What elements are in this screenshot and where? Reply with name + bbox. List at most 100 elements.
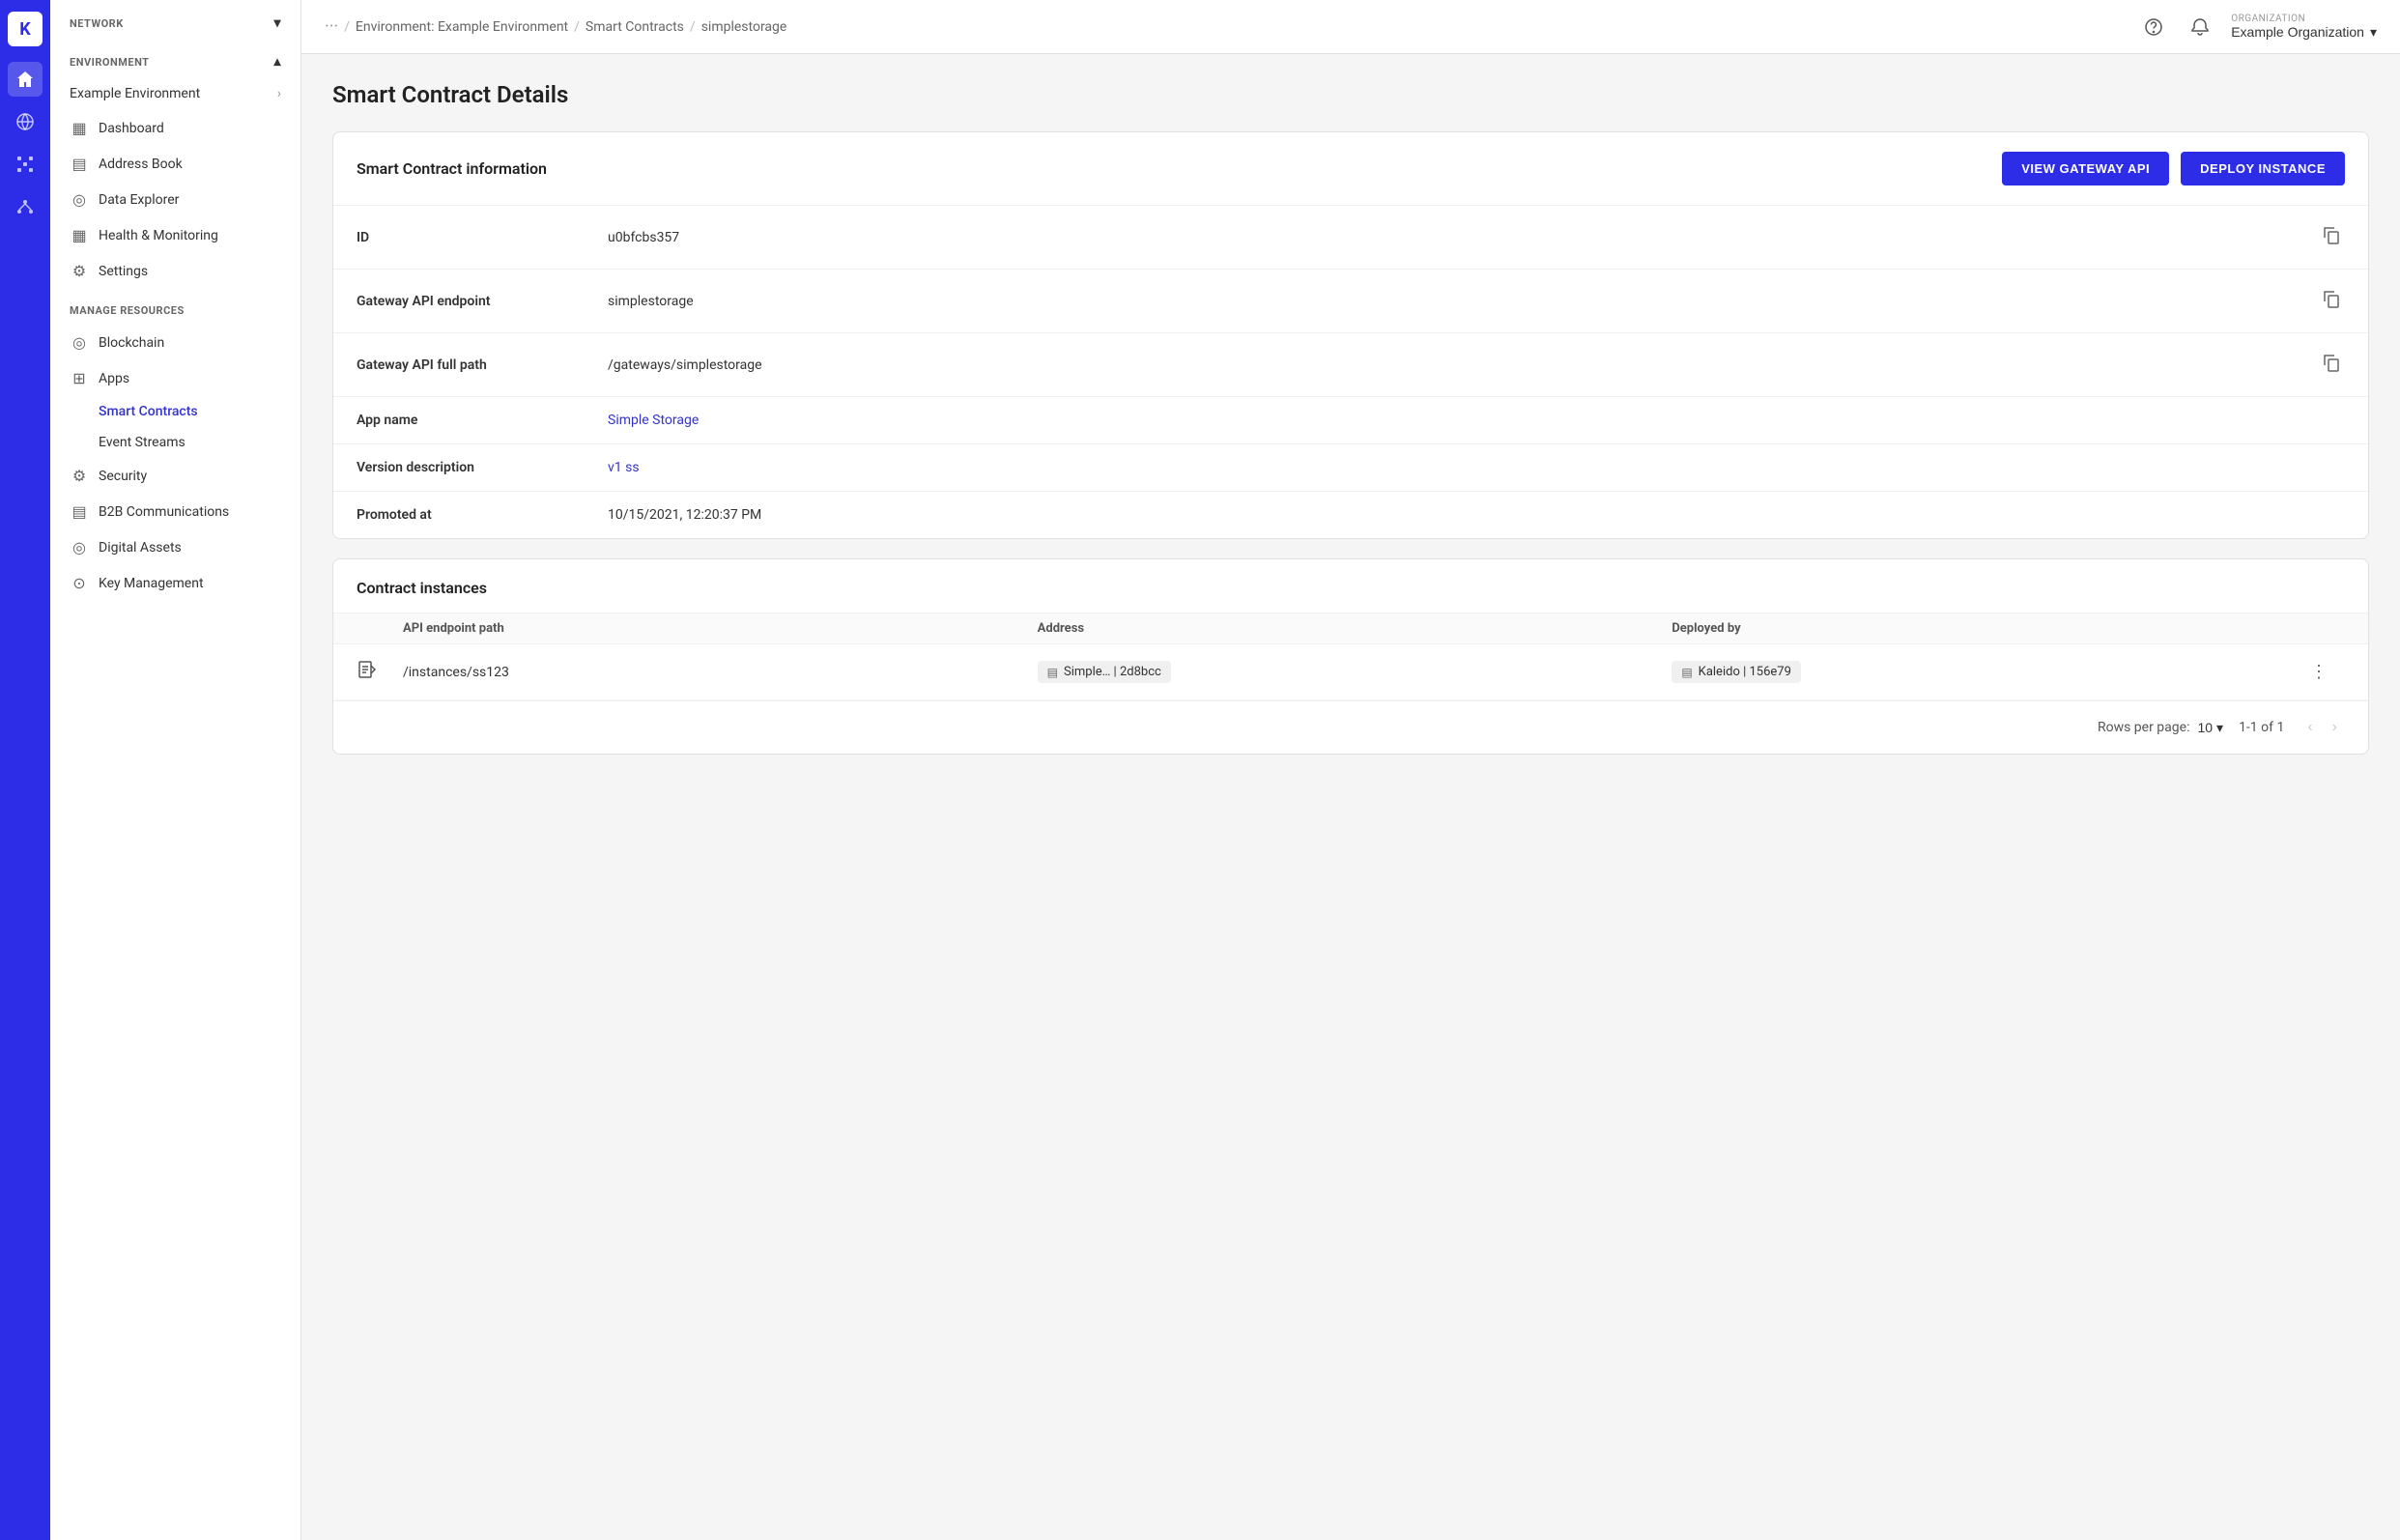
- address-book-icon: ▤: [70, 155, 89, 173]
- table-row: /instances/ss123 ▤ Simple… | 2d8bcc ▤ Ka…: [333, 644, 2368, 700]
- header-actions: ORGANIZATION Example Organization ▾: [2138, 12, 2377, 43]
- svg-text:K: K: [19, 19, 31, 40]
- gateway-endpoint-value: simplestorage: [608, 294, 2318, 309]
- network-chevron[interactable]: ▾: [273, 15, 281, 31]
- row-address: ▤ Simple… | 2d8bcc: [1038, 661, 1672, 683]
- org-select-button[interactable]: Example Organization ▾: [2231, 24, 2377, 41]
- breadcrumb-sep-3: /: [690, 19, 696, 35]
- environment-section-header: ENVIRONMENT ▴: [50, 39, 300, 77]
- card-header-actions: VIEW GATEWAY API DEPLOY INSTANCE: [2002, 152, 2345, 185]
- sidebar-item-label: Settings: [99, 264, 148, 279]
- pagination: Rows per page: 10 ▾ 1-1 of 1 ‹ ›: [333, 700, 2368, 754]
- table-header: API endpoint path Address Deployed by: [333, 613, 2368, 644]
- sidebar-item-apps[interactable]: ⊞ Apps: [50, 360, 300, 396]
- sidebar-item-digital-assets[interactable]: ◎ Digital Assets: [50, 529, 300, 565]
- col-header-icon: [357, 621, 403, 636]
- sidebar-item-label: Apps: [99, 371, 129, 386]
- address-badge-icon: ▤: [1047, 666, 1058, 679]
- sidebar-item-label: Digital Assets: [99, 540, 182, 556]
- manage-resources-label: MANAGE RESOURCES: [70, 304, 185, 317]
- b2b-icon: ▤: [70, 502, 89, 521]
- sidebar-item-address-book[interactable]: ▤ Address Book: [50, 146, 300, 182]
- deployed-badge-text: Kaleido | 156e79: [1699, 665, 1791, 679]
- col-header-deployed-by: Deployed by: [1671, 621, 2306, 636]
- id-value: u0bfcbs357: [608, 230, 2318, 245]
- sidebar-environment-name[interactable]: Example Environment ›: [50, 77, 300, 110]
- sidebar-item-label: Key Management: [99, 576, 204, 591]
- org-chevron: ▾: [2370, 24, 2377, 41]
- network-section-header: NETWORK ▾: [50, 0, 300, 39]
- breadcrumb-dots[interactable]: ···: [325, 16, 338, 37]
- app-name-label: App name: [357, 413, 608, 428]
- logo[interactable]: K: [8, 12, 43, 46]
- version-desc-label: Version description: [357, 460, 608, 475]
- main-area: ··· / Environment: Example Environment /…: [301, 0, 2400, 1540]
- network-label: NETWORK: [70, 17, 124, 30]
- rows-per-page-label: Rows per page:: [2098, 720, 2189, 735]
- nav-globe[interactable]: [8, 104, 43, 139]
- deploy-instance-button[interactable]: DEPLOY INSTANCE: [2181, 152, 2345, 185]
- rows-chevron: ▾: [2216, 720, 2223, 736]
- row-more-button[interactable]: ⋮: [2306, 658, 2331, 686]
- breadcrumb-simplestorage[interactable]: simplestorage: [701, 19, 787, 35]
- sidebar-item-event-streams[interactable]: Event Streams: [50, 427, 300, 458]
- digital-assets-icon: ◎: [70, 538, 89, 556]
- copy-id-button[interactable]: [2318, 221, 2345, 253]
- env-right-chevron: ›: [277, 86, 281, 101]
- copy-gateway-fullpath-button[interactable]: [2318, 349, 2345, 381]
- sidebar-item-security[interactable]: ⚙ Security: [50, 458, 300, 494]
- manage-resources-section-header: MANAGE RESOURCES: [50, 289, 300, 325]
- sidebar-item-label: Address Book: [99, 157, 183, 172]
- sidebar-item-health-monitoring[interactable]: ▦ Health & Monitoring: [50, 217, 300, 253]
- environment-label: ENVIRONMENT: [70, 56, 149, 69]
- security-icon: ⚙: [70, 467, 89, 485]
- help-button[interactable]: [2138, 12, 2169, 43]
- version-desc-value[interactable]: v1 ss: [608, 460, 2345, 475]
- sidebar-item-label: Event Streams: [99, 435, 186, 450]
- copy-gateway-endpoint-button[interactable]: [2318, 285, 2345, 317]
- sidebar-item-smart-contracts[interactable]: Smart Contracts: [50, 396, 300, 427]
- prev-page-button[interactable]: ‹: [2300, 715, 2320, 740]
- icon-bar: K: [0, 0, 50, 1540]
- col-header-actions: [2306, 621, 2345, 636]
- row-deployed-by: ▤ Kaleido | 156e79: [1671, 661, 2306, 683]
- breadcrumb-sep-2: /: [574, 19, 580, 35]
- sidebar-item-blockchain[interactable]: ◎ Blockchain: [50, 325, 300, 360]
- address-badge-text: Simple… | 2d8bcc: [1064, 665, 1161, 679]
- breadcrumb-smart-contracts[interactable]: Smart Contracts: [586, 19, 684, 35]
- header: ··· / Environment: Example Environment /…: [301, 0, 2400, 54]
- environment-chevron[interactable]: ▴: [273, 54, 281, 70]
- info-row-id: ID u0bfcbs357: [333, 205, 2368, 269]
- rows-per-page-select[interactable]: 10 ▾: [2197, 720, 2223, 736]
- notifications-button[interactable]: [2185, 12, 2215, 43]
- gateway-fullpath-label: Gateway API full path: [357, 357, 608, 373]
- col-header-api-path: API endpoint path: [403, 621, 1038, 636]
- nav-nodes[interactable]: [8, 189, 43, 224]
- contract-instances-title: Contract instances: [333, 559, 2368, 613]
- page-info: 1-1 of 1: [2239, 720, 2284, 735]
- nav-home[interactable]: [8, 62, 43, 97]
- row-api-path: /instances/ss123: [403, 665, 1038, 680]
- breadcrumb-env[interactable]: Environment: Example Environment: [356, 19, 568, 35]
- view-gateway-api-button[interactable]: VIEW GATEWAY API: [2002, 152, 2169, 185]
- info-row-promoted-at: Promoted at 10/15/2021, 12:20:37 PM: [333, 491, 2368, 538]
- app-name-value[interactable]: Simple Storage: [608, 413, 2345, 428]
- key-icon: ⊙: [70, 574, 89, 592]
- org-selector[interactable]: ORGANIZATION Example Organization ▾: [2231, 14, 2377, 41]
- sidebar-item-data-explorer[interactable]: ◎ Data Explorer: [50, 182, 300, 217]
- sidebar-item-settings[interactable]: ⚙ Settings: [50, 253, 300, 289]
- address-badge: ▤ Simple… | 2d8bcc: [1038, 661, 1171, 683]
- settings-icon: ⚙: [70, 262, 89, 280]
- next-page-button[interactable]: ›: [2325, 715, 2345, 740]
- nav-network[interactable]: [8, 147, 43, 182]
- org-label: ORGANIZATION: [2231, 14, 2305, 24]
- sidebar-item-b2b[interactable]: ▤ B2B Communications: [50, 494, 300, 529]
- sidebar-item-key-management[interactable]: ⊙ Key Management: [50, 565, 300, 601]
- sidebar-item-label: Blockchain: [99, 335, 164, 351]
- sidebar-item-label: Security: [99, 469, 147, 484]
- sidebar-item-dashboard[interactable]: ▦ Dashboard: [50, 110, 300, 146]
- sidebar-item-label: Dashboard: [99, 121, 164, 136]
- data-explorer-icon: ◎: [70, 190, 89, 209]
- row-actions: ⋮: [2306, 658, 2345, 686]
- breadcrumb: ··· / Environment: Example Environment /…: [325, 16, 2130, 37]
